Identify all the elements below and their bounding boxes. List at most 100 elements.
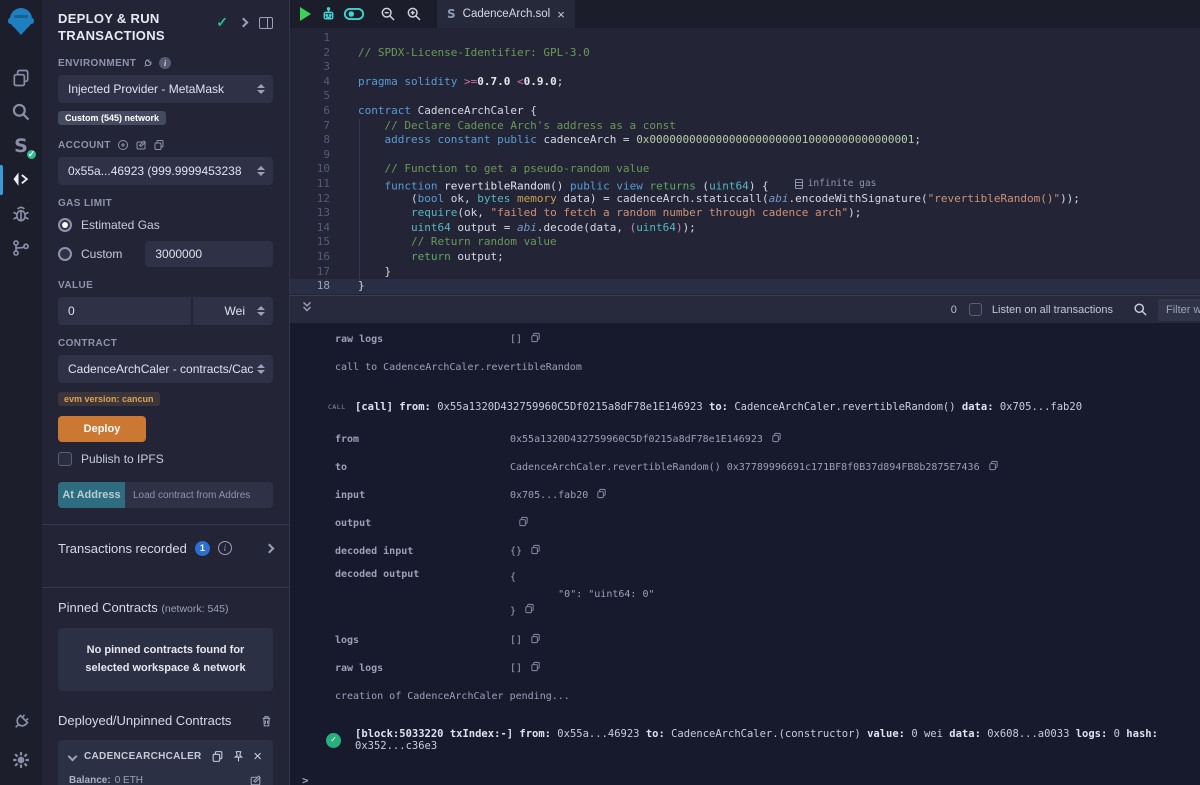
- copy-icon[interactable]: [596, 488, 607, 502]
- code-line[interactable]: 1: [290, 31, 1200, 46]
- copy-icon[interactable]: [518, 516, 529, 530]
- copy-address-icon[interactable]: [211, 750, 224, 763]
- gas-estimate-annotation: infinite gas: [795, 177, 877, 192]
- debugger-icon[interactable]: [0, 197, 42, 231]
- main-column: S CadenceArch.sol × 12// SPDX-License-Id…: [290, 0, 1200, 785]
- copy-icon[interactable]: [524, 603, 535, 620]
- custom-gas-input[interactable]: 3000000: [145, 241, 273, 267]
- transactions-recorded-row[interactable]: Transactions recorded 1 i: [58, 525, 273, 571]
- success-check-icon: ✓: [326, 733, 341, 748]
- transactions-info-icon[interactable]: i: [218, 541, 232, 555]
- git-icon[interactable]: [0, 231, 42, 265]
- solidity-compiler-icon[interactable]: S ✓: [0, 129, 42, 163]
- at-address-input[interactable]: [125, 482, 273, 508]
- code-line[interactable]: 12 (bool ok, bytes memory data) = cadenc…: [290, 192, 1200, 207]
- transactions-expand-icon[interactable]: [265, 543, 275, 553]
- run-script-icon[interactable]: [300, 7, 311, 21]
- code-text: // SPDX-License-Identifier: GPL-3.0: [346, 46, 590, 61]
- copy-icon[interactable]: [530, 332, 541, 346]
- terminal-collapse-icon[interactable]: [300, 300, 314, 319]
- code-line[interactable]: 6contract CadenceArchCaler {: [290, 104, 1200, 119]
- copy-icon[interactable]: [530, 633, 541, 647]
- contract-select[interactable]: CadenceArchCaler - contracts/Cac: [58, 355, 273, 383]
- listen-all-checkbox[interactable]: [969, 303, 982, 316]
- copilot-toggle-icon[interactable]: [341, 0, 367, 28]
- close-tab-icon[interactable]: ×: [557, 8, 565, 21]
- copy-icon[interactable]: [771, 432, 782, 446]
- code-line[interactable]: 15 // Return random value: [290, 235, 1200, 250]
- line-number: 3: [290, 60, 346, 75]
- gas-annotation-text: infinite gas: [808, 177, 877, 192]
- terminal-kv-row: from0x55a1320D432759960C5Df0215a8dF78e1E…: [290, 425, 1200, 453]
- file-explorer-icon[interactable]: [0, 61, 42, 95]
- remove-contract-icon[interactable]: ×: [253, 749, 262, 764]
- code-line[interactable]: 14 uint64 output = abi.decode(data, (uin…: [290, 221, 1200, 236]
- terminal-kv-value: { "0": "uint64: 0"}: [510, 569, 655, 620]
- terminal-prompt[interactable]: >: [290, 774, 1200, 785]
- deploy-button[interactable]: Deploy: [58, 416, 146, 442]
- clear-deployed-icon[interactable]: [260, 714, 273, 728]
- value-input[interactable]: 0: [58, 297, 191, 325]
- pin-contract-icon[interactable]: [232, 750, 245, 763]
- environment-label: ENVIRONMENT i: [58, 57, 273, 69]
- line-number: 11: [290, 177, 346, 192]
- terminal-call-row[interactable]: CALL[call] from: 0x55a1320D432759960C5Df…: [290, 389, 1200, 425]
- copy-icon[interactable]: [530, 544, 541, 558]
- zoom-out-icon[interactable]: [375, 0, 401, 28]
- code-line[interactable]: 18}: [290, 279, 1200, 294]
- edit-balance-icon[interactable]: [249, 774, 262, 785]
- sign-message-icon[interactable]: [135, 139, 147, 151]
- deployed-contracts-title: Deployed/Unpinned Contracts: [58, 713, 231, 728]
- environment-select[interactable]: Injected Provider - MetaMask: [58, 75, 273, 103]
- custom-gas-radio[interactable]: [58, 247, 72, 261]
- value-unit-select[interactable]: Wei: [193, 297, 273, 325]
- collapse-contract-icon[interactable]: [68, 752, 78, 762]
- panel-forward-icon[interactable]: [239, 18, 249, 28]
- code-line[interactable]: 17 }: [290, 265, 1200, 280]
- terminal-search-icon[interactable]: [1133, 302, 1148, 317]
- add-account-icon[interactable]: [117, 139, 129, 151]
- pin-panel-icon[interactable]: [259, 17, 273, 29]
- estimated-gas-radio[interactable]: [58, 218, 72, 232]
- code-line[interactable]: 11 function revertibleRandom() public vi…: [290, 177, 1200, 192]
- plugin-manager-icon[interactable]: [0, 705, 42, 739]
- code-line[interactable]: 3: [290, 60, 1200, 75]
- custom-gas-label: Custom: [81, 247, 122, 261]
- settings-gear-icon[interactable]: [0, 743, 42, 777]
- terminal-kv-row: decoded input{}: [290, 537, 1200, 565]
- deploy-run-icon[interactable]: [0, 163, 42, 197]
- code-line[interactable]: 16 return output;: [290, 250, 1200, 265]
- at-address-button[interactable]: At Address: [58, 482, 125, 508]
- code-line[interactable]: 13 require(ok, "failed to fetch a random…: [290, 206, 1200, 221]
- terminal-kv-label: raw logs: [335, 663, 510, 674]
- terminal-output[interactable]: raw logs[]call to CadenceArchCaler.rever…: [290, 323, 1200, 785]
- ai-copilot-icon[interactable]: [315, 0, 341, 28]
- environment-info-icon[interactable]: i: [159, 57, 171, 69]
- terminal-kv-row: raw logs[]: [290, 654, 1200, 682]
- tab-cadencearch-sol[interactable]: S CadenceArch.sol ×: [437, 0, 575, 28]
- copy-account-icon[interactable]: [153, 139, 165, 151]
- activity-bar: S ✓: [0, 0, 42, 785]
- code-line[interactable]: 2// SPDX-License-Identifier: GPL-3.0: [290, 46, 1200, 61]
- zoom-in-icon[interactable]: [401, 0, 427, 28]
- line-number: 7: [290, 119, 346, 134]
- terminal-kv-label: output: [335, 518, 510, 529]
- code-line[interactable]: 9: [290, 148, 1200, 163]
- pinned-contracts-title: Pinned Contracts (network: 545): [58, 600, 273, 615]
- solidity-file-icon: S: [447, 7, 456, 21]
- copy-icon[interactable]: [530, 661, 541, 675]
- code-line[interactable]: 5: [290, 89, 1200, 104]
- env-check-icon: ✓: [216, 14, 228, 31]
- code-editor[interactable]: 12// SPDX-License-Identifier: GPL-3.034p…: [290, 28, 1200, 295]
- publish-ipfs-checkbox[interactable]: [58, 452, 72, 466]
- code-line[interactable]: 8 address constant public cadenceArch = …: [290, 133, 1200, 148]
- code-line[interactable]: 4pragma solidity >=0.7.0 <0.9.0;: [290, 75, 1200, 90]
- terminal-filter-input[interactable]: [1158, 299, 1200, 321]
- search-icon[interactable]: [0, 95, 42, 129]
- remix-logo-icon[interactable]: [6, 6, 36, 43]
- terminal-block-row[interactable]: ✓[block:5033220 txIndex:-] from: 0x55a..…: [290, 722, 1200, 758]
- copy-icon[interactable]: [988, 460, 999, 474]
- code-line[interactable]: 7 // Declare Cadence Arch's address as a…: [290, 119, 1200, 134]
- code-line[interactable]: 10 // Function to get a pseudo-random va…: [290, 162, 1200, 177]
- account-select[interactable]: 0x55a...46923 (999.9999453238: [58, 157, 273, 185]
